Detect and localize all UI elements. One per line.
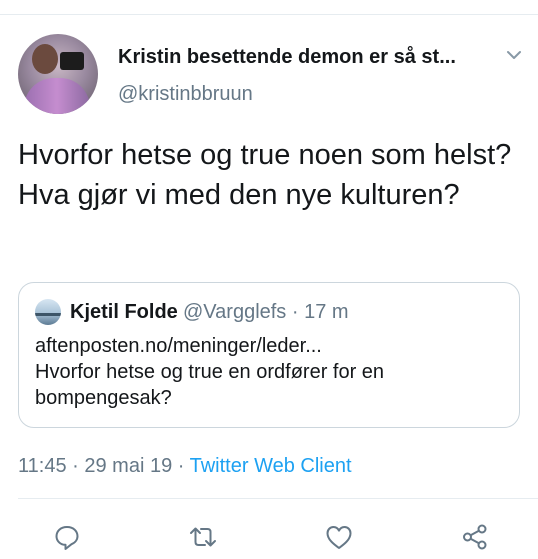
tweet-text: Hvorfor hetse og true noen som helst? Hv… xyxy=(18,139,512,211)
meta-separator: · xyxy=(172,455,190,477)
reply-icon xyxy=(55,526,79,550)
bottom-divider xyxy=(18,498,538,499)
author-display-name[interactable]: Kristin besettende demon er så st... xyxy=(118,44,488,70)
meta-separator: · xyxy=(66,455,85,477)
retweet-icon xyxy=(190,527,216,547)
tweet-date: 29 mai 19 xyxy=(84,455,173,477)
reply-button[interactable] xyxy=(52,522,82,552)
chevron-down-icon[interactable] xyxy=(505,46,523,64)
share-icon xyxy=(463,524,487,550)
quoted-author-handle-time: @Vargglefs · 17 m xyxy=(183,301,349,323)
author-avatar[interactable] xyxy=(18,34,98,114)
quoted-author-name: Kjetil Folde xyxy=(70,301,178,323)
quoted-tweet-link: aftenposten.no/meninger/leder... xyxy=(35,335,322,357)
quoted-tweet-text: Hvorfor hetse og true en ordfører for en… xyxy=(35,361,385,409)
quoted-tweet-card[interactable]: Kjetil Folde @Vargglefs · 17 m aftenpost… xyxy=(18,282,520,428)
tweet-time: 11:45 xyxy=(18,455,67,477)
quoted-author-avatar xyxy=(35,299,61,325)
share-button[interactable] xyxy=(460,522,490,552)
author-handle[interactable]: @kristinbbruun xyxy=(118,81,253,107)
quoted-tweet-body: aftenposten.no/meninger/leder... Hvorfor… xyxy=(35,333,505,411)
tweet-source-link[interactable]: Twitter Web Client xyxy=(190,455,352,477)
like-button[interactable] xyxy=(324,522,354,552)
retweet-button[interactable] xyxy=(188,522,218,552)
top-divider xyxy=(0,14,538,15)
tweet-meta: 11:45 · 29 mai 19 · Twitter Web Client xyxy=(18,453,352,479)
heart-icon xyxy=(326,526,352,549)
